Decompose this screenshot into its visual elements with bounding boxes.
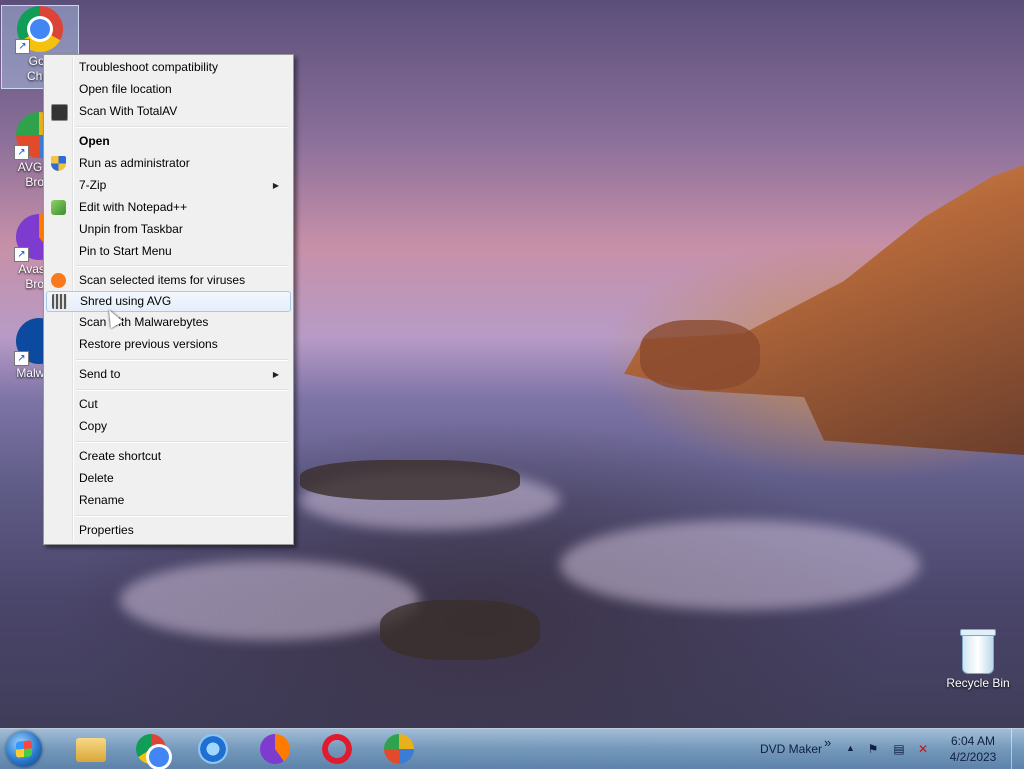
windows-start-icon <box>16 740 32 758</box>
clock-time: 6:04 AM <box>950 734 996 748</box>
menu-item-open-file-location[interactable]: Open file location <box>46 79 289 100</box>
internet-explorer-icon <box>198 734 228 764</box>
menu-item-properties[interactable]: Properties <box>46 520 289 541</box>
wallpaper-wave <box>120 560 420 640</box>
menu-item-7-zip[interactable]: 7-Zip ▶ <box>46 175 289 196</box>
totalav-icon <box>51 104 68 121</box>
menu-separator <box>76 126 288 128</box>
menu-item-send-to[interactable]: Send to ▶ <box>46 364 289 385</box>
shortcut-arrow-icon: ↗ <box>14 145 29 160</box>
wallpaper-reef <box>300 460 520 500</box>
desktop-icon-label: Recycle Bin <box>946 676 1010 690</box>
tray-expand-icon[interactable]: ▲ <box>846 743 855 753</box>
menu-item-shred-using-avg[interactable]: Shred using AVG <box>46 291 291 312</box>
shredder-icon <box>52 294 67 309</box>
taskbar-google-chrome[interactable] <box>130 732 170 767</box>
menu-item-scan-with-totalav[interactable]: Scan With TotalAV <box>46 101 289 122</box>
menu-item-edit-with-notepad-plus-plus[interactable]: Edit with Notepad++ <box>46 197 289 218</box>
taskbar-avg-secure-browser[interactable] <box>378 732 418 766</box>
taskbar-avast-secure-browser[interactable] <box>254 732 294 766</box>
menu-item-cut[interactable]: Cut <box>46 394 289 415</box>
shortcut-arrow-icon: ↗ <box>14 351 29 366</box>
notepad-plus-plus-icon <box>51 200 66 215</box>
menu-item-unpin-from-taskbar[interactable]: Unpin from Taskbar <box>46 219 289 240</box>
wallpaper-cliff <box>624 165 1024 455</box>
menu-separator <box>76 359 288 361</box>
shield-icon <box>51 156 66 171</box>
menu-separator <box>76 441 288 443</box>
taskbar-internet-explorer[interactable] <box>192 732 232 766</box>
menu-item-run-as-administrator[interactable]: Run as administrator <box>46 153 289 174</box>
menu-separator <box>76 265 288 267</box>
clock-date: 4/2/2023 <box>949 750 997 764</box>
desktop-icon-recycle-bin[interactable]: Recycle Bin <box>942 629 1014 690</box>
menu-item-restore-previous-versions[interactable]: Restore previous versions <box>46 334 289 355</box>
menu-item-copy[interactable]: Copy <box>46 416 289 437</box>
menu-separator <box>76 389 288 391</box>
windows-start-button[interactable] <box>6 731 42 767</box>
wallpaper-reef <box>380 600 540 660</box>
shortcut-arrow-icon: ↗ <box>14 247 29 262</box>
wallpaper-rock <box>640 320 760 390</box>
avast-browser-icon <box>260 734 290 764</box>
taskbar: DVD Maker » ▲ ⚑ ▤ ✕ 6:04 AM 4/2/2023 <box>0 728 1024 769</box>
menu-item-open[interactable]: Open <box>46 131 289 152</box>
opera-icon <box>322 734 352 764</box>
dvd-maker-toolbar[interactable]: DVD Maker <box>760 742 822 756</box>
menu-item-scan-with-malwarebytes[interactable]: Scan with Malwarebytes <box>46 312 289 333</box>
chrome-icon: ↗ <box>15 6 63 54</box>
menu-item-troubleshoot-compatibility[interactable]: Troubleshoot compatibility <box>46 57 289 78</box>
taskbar-opera[interactable] <box>316 732 356 766</box>
volume-muted-icon[interactable]: ✕ <box>916 742 930 756</box>
menu-item-create-shortcut[interactable]: Create shortcut <box>46 446 289 467</box>
chrome-icon <box>136 734 169 767</box>
system-clock[interactable]: 6:04 AM 4/2/2023 <box>940 733 1006 765</box>
recycle-bin-icon <box>960 629 996 674</box>
shortcut-arrow-icon: ↗ <box>15 39 30 54</box>
network-icon[interactable]: ▤ <box>892 742 906 756</box>
menu-item-pin-to-start-menu[interactable]: Pin to Start Menu <box>46 241 289 262</box>
submenu-arrow-icon: ▶ <box>272 370 279 379</box>
avg-browser-icon <box>384 734 414 764</box>
taskbar-file-explorer[interactable] <box>70 732 110 766</box>
folder-icon <box>76 738 106 762</box>
menu-item-delete[interactable]: Delete <box>46 468 289 489</box>
toolbar-chevron-icon[interactable]: » <box>824 735 831 750</box>
show-desktop-button[interactable] <box>1011 729 1024 769</box>
menu-item-scan-selected-items-for-viruses[interactable]: Scan selected items for viruses <box>46 270 289 291</box>
menu-separator <box>76 515 288 517</box>
context-menu: Troubleshoot compatibility Open file loc… <box>43 54 294 545</box>
avast-icon <box>51 273 66 288</box>
wallpaper-wave <box>560 520 920 610</box>
flag-icon[interactable]: ⚑ <box>866 742 880 756</box>
desktop[interactable]: ↗ Goo Chro ↗ AVG Se Brow ↗ Avast S Brow … <box>0 0 1024 728</box>
submenu-arrow-icon: ▶ <box>272 181 279 190</box>
menu-item-rename[interactable]: Rename <box>46 490 289 511</box>
